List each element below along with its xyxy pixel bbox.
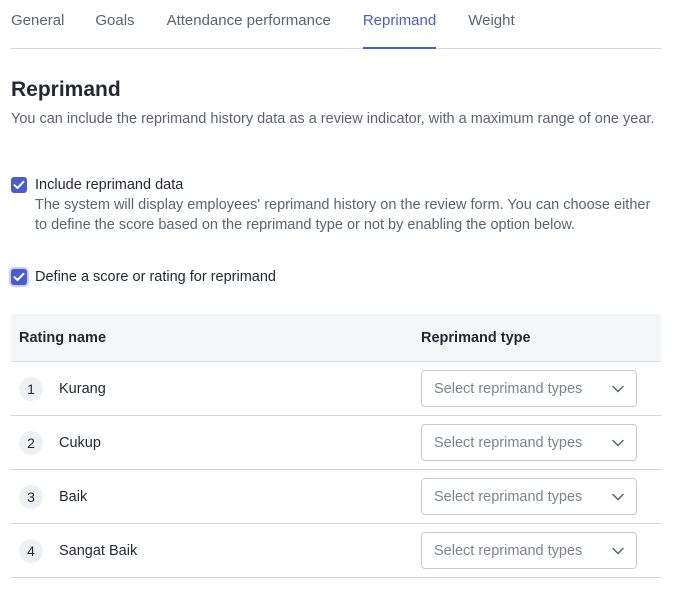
define-score-checkbox[interactable] — [11, 269, 27, 285]
rating-name: Sangat Baik — [59, 542, 138, 559]
select-placeholder: Select reprimand types — [434, 542, 583, 559]
tab-weight[interactable]: Weight — [468, 0, 514, 48]
header-reprimand-type: Reprimand type — [421, 329, 531, 346]
reprimand-type-select[interactable]: Select reprimand types — [421, 424, 637, 461]
rating-name: Kurang — [59, 380, 106, 397]
include-reprimand-checkbox[interactable] — [11, 177, 27, 193]
chevron-down-icon — [612, 491, 624, 503]
table-row: 1 Kurang Select reprimand types — [11, 362, 661, 416]
table-row: 4 Sangat Baik Select reprimand types — [11, 524, 661, 578]
chevron-down-icon — [612, 383, 624, 395]
select-placeholder: Select reprimand types — [434, 380, 583, 397]
select-placeholder: Select reprimand types — [434, 488, 583, 505]
row-number: 4 — [19, 538, 43, 563]
tab-goals[interactable]: Goals — [95, 0, 134, 48]
tab-reprimand[interactable]: Reprimand — [362, 0, 437, 49]
section-description: You can include the reprimand history da… — [11, 111, 655, 127]
select-placeholder: Select reprimand types — [434, 434, 583, 451]
chevron-down-icon — [612, 437, 624, 449]
checkmark-icon — [13, 180, 25, 189]
table-row: 3 Baik Select reprimand types — [11, 470, 661, 524]
include-reprimand-option: Include reprimand data The system will d… — [11, 176, 665, 235]
row-number: 2 — [19, 430, 43, 455]
chevron-down-icon — [612, 545, 624, 557]
header-rating-name: Rating name — [19, 329, 107, 346]
table-row: 2 Cukup Select reprimand types — [11, 416, 661, 470]
rating-table: Rating name Reprimand type 1 Kurang Sele… — [11, 314, 661, 578]
tab-general[interactable]: General — [11, 0, 64, 48]
row-number: 1 — [19, 376, 43, 401]
table-header: Rating name Reprimand type — [11, 314, 661, 362]
section-title: Reprimand — [11, 78, 121, 101]
tab-bar: General Goals Attendance performance Rep… — [11, 0, 661, 49]
reprimand-type-select[interactable]: Select reprimand types — [421, 370, 637, 407]
define-score-label: Define a score or rating for reprimand — [35, 269, 276, 285]
define-score-option: Define a score or rating for reprimand — [11, 268, 276, 287]
tab-attendance-performance[interactable]: Attendance performance — [167, 0, 331, 48]
checkmark-icon — [13, 272, 25, 281]
rating-name: Cukup — [59, 434, 101, 451]
include-reprimand-description: The system will display employees' repri… — [35, 197, 651, 233]
reprimand-type-select[interactable]: Select reprimand types — [421, 478, 637, 515]
row-number: 3 — [19, 484, 43, 509]
page: General Goals Attendance performance Rep… — [0, 0, 673, 592]
reprimand-type-select[interactable]: Select reprimand types — [421, 532, 637, 569]
rating-name: Baik — [59, 488, 88, 505]
include-reprimand-label: Include reprimand data — [35, 177, 184, 193]
